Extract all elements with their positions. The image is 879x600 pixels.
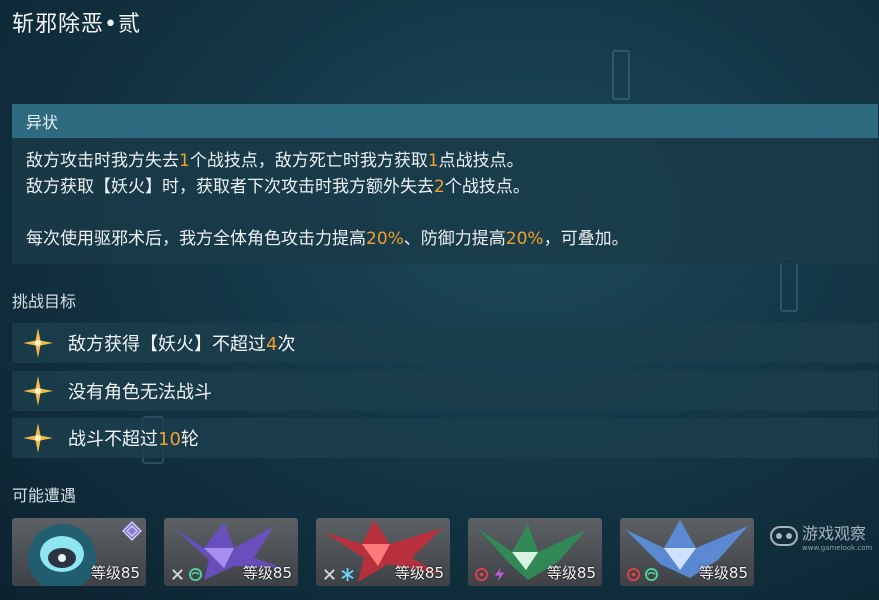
watermark: 游戏观察 www.gamelook.com (770, 520, 872, 552)
anomaly-card: 异状 敌方攻击时我方失去1个战技点，敌方死亡时我方获取1点战技点。 敌方获取【妖… (12, 104, 878, 264)
goal-text: 战斗不超过10轮 (68, 425, 199, 451)
star-icon (23, 328, 53, 358)
lightning-icon (494, 567, 505, 582)
star-icon (23, 376, 53, 406)
fire-icon (474, 567, 489, 582)
goal-suffix: 轮 (180, 429, 199, 450)
weakness-list (626, 567, 659, 582)
fire-icon (626, 567, 641, 582)
ice-icon (341, 567, 354, 582)
anomaly-text: 敌方获取【妖火】时，获取者下次攻击时我方额外失去 (26, 177, 434, 197)
enemy-level: 等级85 (394, 564, 444, 582)
enemy-level: 等级85 (242, 564, 292, 582)
background-rune-decoration (780, 258, 798, 312)
challenge-goal-3: 战斗不超过10轮 (12, 418, 878, 458)
goal-label: 战斗不超过 (68, 429, 158, 450)
goal-value: 10 (158, 429, 181, 450)
anomaly-description: 敌方攻击时我方失去1个战技点，敌方死亡时我方获取1点战技点。 敌方获取【妖火】时… (12, 138, 878, 262)
goal-value: 4 (266, 334, 278, 355)
enemy-card-3[interactable]: 等级85 (316, 518, 450, 586)
anomaly-text: 个战技点。 (444, 177, 530, 197)
weakness-list (322, 567, 355, 582)
anomaly-line-2: 敌方获取【妖火】时，获取者下次攻击时我方额外失去2个战技点。 (26, 174, 864, 200)
page-title: 斩邪除恶•贰 (12, 12, 141, 37)
watermark-logo-icon (770, 526, 798, 546)
goal-label: 敌方获得【妖火】不超过 (68, 334, 266, 355)
physical-icon (324, 569, 335, 580)
background-rune-decoration (612, 50, 630, 100)
anomaly-heading: 异状 (12, 104, 878, 138)
anomaly-value: 20% (366, 229, 404, 249)
enemy-level: 等级85 (546, 564, 596, 582)
star-icon (23, 423, 53, 453)
anomaly-value: 1 (179, 151, 190, 171)
encounter-label: 可能遭遇 (12, 486, 77, 505)
anomaly-text: 点战技点。 (438, 151, 524, 171)
challenge-goal-1: 敌方获得【妖火】不超过4次 (12, 323, 878, 363)
wind-icon (644, 567, 659, 582)
enemy-level: 等级85 (698, 564, 748, 582)
challenge-label: 挑战目标 (12, 292, 77, 311)
weakness-list (170, 567, 203, 582)
anomaly-line-3: 每次使用驱邪术后，我方全体角色攻击力提高20%、防御力提高20%，可叠加。 (26, 226, 864, 252)
weakness-list (474, 567, 507, 582)
enemy-card-2[interactable]: 等级85 (164, 518, 298, 586)
anomaly-line-1: 敌方攻击时我方失去1个战技点，敌方死亡时我方获取1点战技点。 (26, 148, 864, 174)
anomaly-text: 个战技点，敌方死亡时我方获取 (189, 151, 428, 171)
enemy-card-1[interactable]: 等级85 (12, 518, 146, 586)
anomaly-text: 每次使用驱邪术后，我方全体角色攻击力提高 (26, 229, 366, 249)
wind-icon (188, 567, 203, 582)
anomaly-text: 、防御力提高 (403, 229, 506, 249)
goal-label: 没有角色无法战斗 (68, 382, 212, 403)
goal-text: 没有角色无法战斗 (68, 378, 212, 404)
watermark-title: 游戏观察 (802, 524, 867, 543)
anomaly-value: 1 (427, 151, 439, 171)
physical-icon (172, 569, 183, 580)
enemy-level: 等级85 (90, 564, 140, 582)
enemy-card-4[interactable]: 等级85 (468, 518, 602, 586)
watermark-subtitle: www.gamelook.com (802, 544, 873, 552)
anomaly-text: ，可叠加。 (543, 229, 629, 249)
goal-text: 敌方获得【妖火】不超过4次 (68, 330, 295, 356)
anomaly-value: 2 (434, 177, 445, 197)
enemy-card-5[interactable]: 等级85 (620, 518, 754, 586)
challenge-goal-2: 没有角色无法战斗 (12, 371, 878, 411)
goal-suffix: 次 (277, 334, 296, 355)
anomaly-value: 20% (505, 229, 544, 249)
elite-badge-icon (122, 521, 142, 541)
anomaly-text: 敌方攻击时我方失去 (26, 151, 179, 171)
